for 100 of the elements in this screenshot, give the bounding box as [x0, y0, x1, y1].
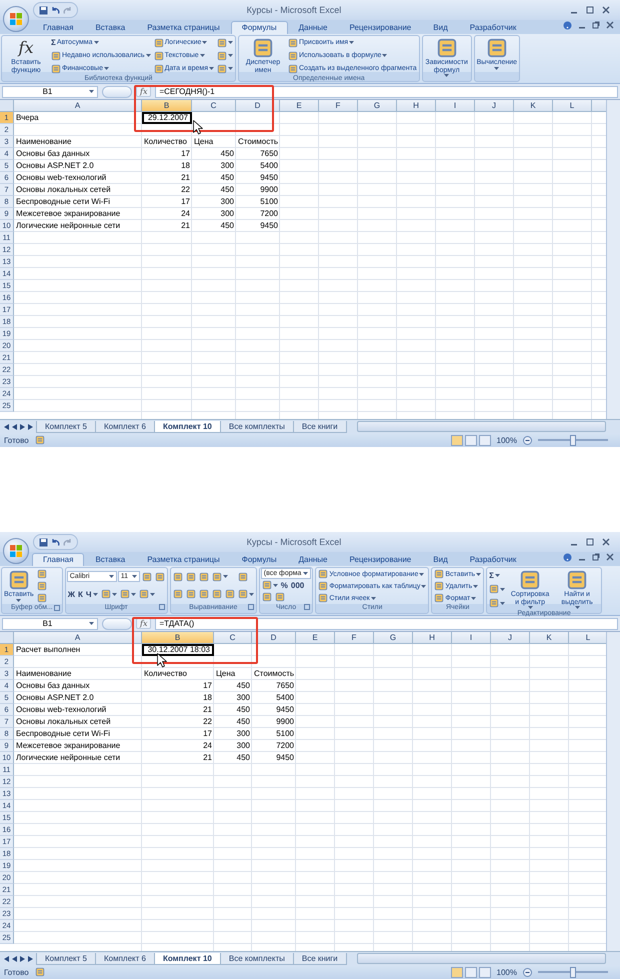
horizontal-scrollbar[interactable]: [356, 953, 606, 964]
ribbon-button[interactable]: [216, 36, 234, 49]
column-header[interactable]: B: [142, 100, 192, 112]
ribbon-tab[interactable]: Формулы: [230, 21, 288, 34]
ribbon-tab[interactable]: Разработчик: [458, 21, 528, 34]
ribbon-button[interactable]: 000: [290, 579, 306, 591]
close-icon[interactable]: [606, 21, 614, 29]
sheet-tab[interactable]: Комплект 10: [154, 952, 221, 964]
column-header[interactable]: J: [475, 100, 514, 112]
column-header[interactable]: J: [491, 632, 530, 644]
column-header[interactable]: F: [335, 632, 374, 644]
select-all-corner[interactable]: [0, 632, 14, 644]
column-header[interactable]: C: [192, 100, 236, 112]
ribbon-button[interactable]: [210, 588, 223, 600]
insert-function-button[interactable]: fx: [136, 86, 152, 97]
close-icon[interactable]: [602, 6, 610, 14]
column-header[interactable]: F: [319, 100, 358, 112]
horizontal-scrollbar[interactable]: [356, 421, 606, 432]
undo-icon[interactable]: [51, 6, 60, 14]
ribbon-button[interactable]: [184, 570, 197, 583]
ribbon-button[interactable]: [138, 588, 156, 600]
page-break-icon[interactable]: [478, 434, 491, 446]
zoom-out-icon[interactable]: [523, 968, 532, 976]
expand-handle[interactable]: [102, 86, 132, 98]
column-header[interactable]: A: [14, 100, 142, 112]
column-header[interactable]: D: [252, 632, 296, 644]
maximize-icon[interactable]: [586, 538, 594, 546]
column-header[interactable]: A: [14, 632, 142, 644]
active-cell[interactable]: 30.12.2007 18:03: [142, 644, 214, 656]
ribbon-button[interactable]: Σ: [488, 569, 501, 582]
office-button[interactable]: [3, 6, 29, 32]
help-icon[interactable]: [563, 21, 572, 30]
select-all-corner[interactable]: [0, 100, 14, 112]
ribbon-button[interactable]: [100, 588, 118, 600]
column-header[interactable]: D: [236, 100, 280, 112]
sheet-tab[interactable]: Комплект 5: [36, 420, 96, 432]
ribbon-button[interactable]: [172, 570, 184, 583]
sheet-tab[interactable]: Все комплекты: [220, 420, 294, 432]
ribbon-button[interactable]: [260, 591, 273, 603]
ribbon-button[interactable]: [172, 588, 184, 600]
maximize-icon[interactable]: [586, 6, 594, 14]
ribbon-button[interactable]: [236, 588, 255, 600]
ribbon-button[interactable]: [184, 588, 197, 600]
redo-icon[interactable]: [63, 538, 72, 546]
active-cell[interactable]: 29.12.2007: [142, 112, 192, 124]
ribbon-button[interactable]: [36, 580, 48, 592]
sheet-tab[interactable]: Все книги: [292, 952, 347, 964]
column-header[interactable]: [592, 100, 606, 112]
name-box[interactable]: B1: [2, 618, 98, 630]
ribbon-button[interactable]: [36, 592, 48, 604]
launcher-icon[interactable]: [54, 605, 60, 611]
ribbon-tab[interactable]: Рецензирование: [338, 21, 422, 34]
ribbon-tab[interactable]: Разметка страницы: [136, 553, 231, 566]
sheet-tab[interactable]: Все комплекты: [220, 952, 294, 964]
ribbon-button[interactable]: [140, 570, 153, 583]
sheet-tab[interactable]: Комплект 6: [94, 952, 155, 964]
ribbon-button[interactable]: [198, 588, 210, 600]
column-header[interactable]: I: [436, 100, 475, 112]
ribbon-button[interactable]: [274, 591, 286, 603]
page-layout-icon[interactable]: [464, 966, 477, 978]
ribbon-tab[interactable]: Формулы: [230, 553, 288, 566]
insert-function-button[interactable]: fx: [136, 618, 152, 629]
column-header[interactable]: G: [374, 632, 413, 644]
expand-handle[interactable]: [102, 618, 132, 630]
column-header[interactable]: L: [553, 100, 592, 112]
restore-icon[interactable]: [592, 553, 600, 561]
restore-icon[interactable]: [592, 21, 600, 29]
redo-icon[interactable]: [63, 6, 72, 14]
office-button[interactable]: [3, 538, 29, 564]
launcher-icon[interactable]: [158, 604, 165, 610]
ribbon-button[interactable]: [488, 597, 506, 610]
close-icon[interactable]: [606, 553, 614, 561]
slider-thumb[interactable]: [570, 966, 576, 978]
column-header[interactable]: L: [569, 632, 606, 644]
close-icon[interactable]: [602, 538, 610, 546]
sheet-tab[interactable]: Все книги: [292, 420, 347, 432]
sheet-tab[interactable]: Комплект 6: [94, 420, 155, 432]
save-icon[interactable]: [39, 6, 48, 14]
page-layout-icon[interactable]: [464, 434, 477, 446]
column-header[interactable]: G: [358, 100, 397, 112]
normal-view-icon[interactable]: [450, 434, 463, 446]
column-header[interactable]: I: [452, 632, 491, 644]
column-header[interactable]: B: [142, 632, 214, 644]
ribbon-button[interactable]: [488, 583, 506, 596]
column-header[interactable]: K: [514, 100, 553, 112]
formula-field[interactable]: =ТДАТА(): [155, 618, 618, 630]
help-icon[interactable]: [563, 553, 572, 562]
column-header[interactable]: H: [413, 632, 452, 644]
slider-thumb[interactable]: [570, 434, 576, 446]
column-header[interactable]: H: [397, 100, 436, 112]
ribbon-tab[interactable]: Главная: [32, 21, 84, 34]
name-box[interactable]: B1: [2, 86, 98, 98]
sheet-tab[interactable]: Комплект 5: [36, 952, 96, 964]
page-break-icon[interactable]: [478, 966, 491, 978]
ribbon-button[interactable]: [216, 50, 234, 62]
ribbon-button[interactable]: [154, 570, 166, 583]
ribbon-button[interactable]: [224, 588, 236, 600]
ribbon-button[interactable]: [210, 570, 229, 583]
column-header[interactable]: E: [296, 632, 335, 644]
ribbon-tab[interactable]: Главная: [32, 553, 84, 566]
